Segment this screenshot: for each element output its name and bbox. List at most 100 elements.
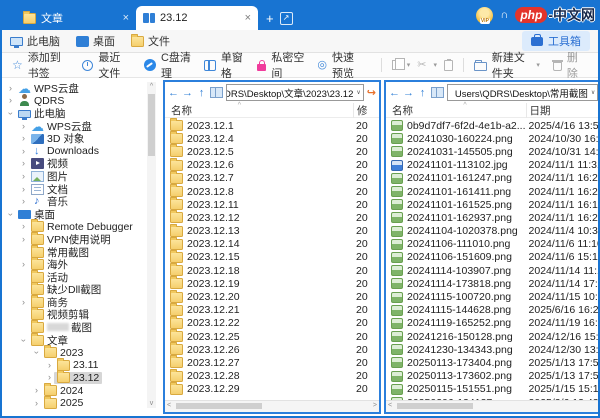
tree-item-target[interactable]: 2025 (41, 395, 86, 409)
folder-row[interactable]: 2023.12.20 20 (165, 289, 379, 303)
detach-tab-icon[interactable]: ↗ (279, 12, 293, 25)
folder-row[interactable]: 2023.12.12 20 (165, 210, 379, 224)
folder-row[interactable]: 2023.12.5 20 (165, 144, 379, 158)
tree-item[interactable]: 截图 (4, 320, 160, 334)
forward-icon[interactable]: → (182, 87, 193, 99)
address-dropdown-icon[interactable]: ∨ (356, 89, 360, 96)
expand-icon[interactable]: › (19, 171, 28, 181)
folder-row[interactable]: 2023.12.15 20 (165, 249, 379, 264)
scrollbar-thumb[interactable] (148, 94, 155, 156)
column-name[interactable]: 名称 (386, 103, 526, 118)
file-row[interactable]: 20241115-144628.png 2025/6/16 16:28 (386, 304, 598, 317)
tree-vertical-scrollbar[interactable]: ^ v (147, 82, 156, 408)
tree-item-target[interactable]: 2023 (41, 345, 86, 359)
folder-row[interactable]: 2023.12.6 20 (165, 157, 379, 172)
expand-icon[interactable]: › (19, 146, 28, 156)
folder-row[interactable]: 2023.12.29 20 (165, 381, 379, 396)
scroll-down-icon[interactable]: v (147, 399, 156, 408)
tree-item[interactable]: › 23.11 (4, 357, 160, 372)
back-icon[interactable]: ← (168, 87, 179, 99)
tree-item[interactable]: › 图片 (4, 170, 160, 183)
collapse-icon[interactable]: › (19, 336, 29, 345)
folder-row[interactable]: 2023.12.28 20 (165, 368, 379, 383)
up-icon[interactable]: ↑ (417, 87, 428, 99)
address-dropdown-icon[interactable]: ∨ (591, 89, 595, 96)
scrollbar-thumb[interactable] (176, 403, 262, 409)
file-row[interactable]: 20241101-113102.jpg 2024/11/1 11:31 (386, 159, 598, 172)
file-row[interactable]: 20241106-151609.png 2024/11/6 15:16 (386, 251, 598, 264)
forward-icon[interactable]: → (403, 87, 414, 99)
folder-row[interactable]: 2023.12.7 20 (165, 170, 379, 185)
expand-icon[interactable]: › (19, 134, 28, 143)
tree-item[interactable]: › 2024 (4, 383, 160, 397)
pane-view-icon[interactable] (210, 87, 223, 98)
expand-icon[interactable]: › (19, 260, 28, 269)
expand-icon[interactable]: › (19, 121, 28, 131)
folder-row[interactable]: 2023.12.13 20 (165, 223, 379, 238)
quick-this-pc[interactable]: 此电脑 (10, 33, 60, 49)
tree-item[interactable]: › QDRS (4, 94, 160, 108)
tree-item[interactable]: 缺少Dll截图 (4, 282, 160, 296)
tree-item[interactable]: › 2025 (4, 395, 160, 410)
toolbox-button[interactable]: 工具箱 (522, 31, 590, 51)
file-row[interactable]: 20241114-103907.png 2024/11/14 11:12 (386, 264, 598, 277)
expand-icon[interactable]: › (6, 96, 15, 105)
folder-row[interactable]: 2023.12.25 20 (165, 329, 379, 343)
collapse-icon[interactable]: › (6, 109, 16, 118)
file-row[interactable]: 20241106-111010.png 2024/11/6 11:10 (386, 238, 598, 251)
file-row[interactable]: 20241101-161411.png 2024/11/1 16:24 (386, 185, 598, 198)
expand-icon[interactable]: › (32, 386, 41, 395)
file-row[interactable]: 20241115-100720.png 2024/11/15 10:07 (386, 290, 598, 303)
folder-row[interactable]: 2023.12.11 20 (165, 197, 379, 211)
jump-to-icon[interactable]: ↪ (367, 86, 376, 99)
file-row[interactable]: 20250113-173602.png 2025/1/13 17:50 (386, 370, 598, 383)
folder-row[interactable]: 2023.12.19 20 (165, 276, 379, 290)
pane-view-icon[interactable] (431, 87, 444, 98)
folder-row[interactable]: 2023.12.14 20 (165, 236, 379, 251)
expand-icon[interactable]: › (45, 360, 54, 370)
file-row[interactable]: 20241031-145505.png 2024/10/31 14:55 (386, 145, 598, 158)
close-tab-icon[interactable]: × (123, 12, 129, 24)
expand-icon[interactable]: › (19, 234, 28, 244)
file-row[interactable]: 20241216-150128.png 2024/12/16 15:01 (386, 330, 598, 343)
tree-item-target[interactable]: 23.12 (54, 370, 103, 384)
folder-row[interactable]: 2023.12.4 20 (165, 131, 379, 145)
new-tab-button[interactable]: + (266, 11, 274, 26)
file-row[interactable]: 20241119-165252.png 2024/11/19 16:54 (386, 317, 598, 330)
folder-row[interactable]: 2023.12.26 20 (165, 342, 379, 356)
private-space-button[interactable]: 私密空间 (257, 49, 304, 81)
expand-icon[interactable]: › (45, 373, 54, 382)
expand-icon[interactable]: › (32, 398, 41, 408)
middle-address-bar[interactable]: QDRS\Desktop\文章\2023\23.12 ∨ (226, 84, 364, 101)
file-row[interactable]: 20250113-173404.png 2025/1/13 17:50 (386, 356, 598, 369)
tree-item[interactable]: › 23.12 (4, 370, 160, 385)
file-row[interactable]: 20241030-160224.png 2024/10/30 16:02 (386, 132, 598, 145)
file-row[interactable]: 20241101-161247.png 2024/11/1 16:24 (386, 172, 598, 185)
quick-files[interactable]: 文件 (131, 33, 170, 49)
column-name[interactable]: 名称 (165, 103, 353, 118)
scroll-left-icon[interactable]: < (167, 402, 171, 409)
expand-icon[interactable]: › (6, 83, 15, 93)
scroll-left-icon[interactable]: < (388, 402, 392, 409)
new-folder-dropdown-icon[interactable]: ▾ (536, 61, 540, 69)
expand-icon[interactable]: › (19, 197, 28, 206)
up-icon[interactable]: ↑ (196, 87, 207, 99)
tab-2312[interactable]: 23.12 × (136, 6, 258, 30)
delete-button[interactable]: 删除 (551, 49, 582, 81)
tree-item[interactable]: › WPS云盘 (4, 82, 160, 95)
tab-wenzhang[interactable]: 文章 × (16, 6, 136, 30)
vip-avatar[interactable]: VIP (476, 6, 494, 24)
middle-horizontal-scrollbar[interactable]: < > (165, 400, 379, 412)
cut-dropdown-icon[interactable]: ▾ (433, 61, 437, 69)
quick-preview-button[interactable]: ◎ 快速预览 (317, 49, 364, 81)
column-date[interactable]: 修 (353, 102, 379, 118)
close-tab-icon[interactable]: × (245, 12, 251, 24)
folder-row[interactable]: 2023.12.27 20 (165, 355, 379, 369)
recent-files-button[interactable]: 最近文件 (82, 49, 131, 81)
file-row[interactable]: 20250115-151551.png 2025/1/15 15:15 (386, 383, 598, 396)
expand-icon[interactable]: › (19, 184, 28, 194)
copy-dropdown-icon[interactable]: ▾ (407, 61, 411, 69)
copy-icon[interactable] (391, 58, 405, 70)
collapse-icon[interactable]: › (6, 210, 16, 219)
file-row[interactable]: 20241114-173818.png 2024/11/14 17:39 (386, 277, 598, 290)
